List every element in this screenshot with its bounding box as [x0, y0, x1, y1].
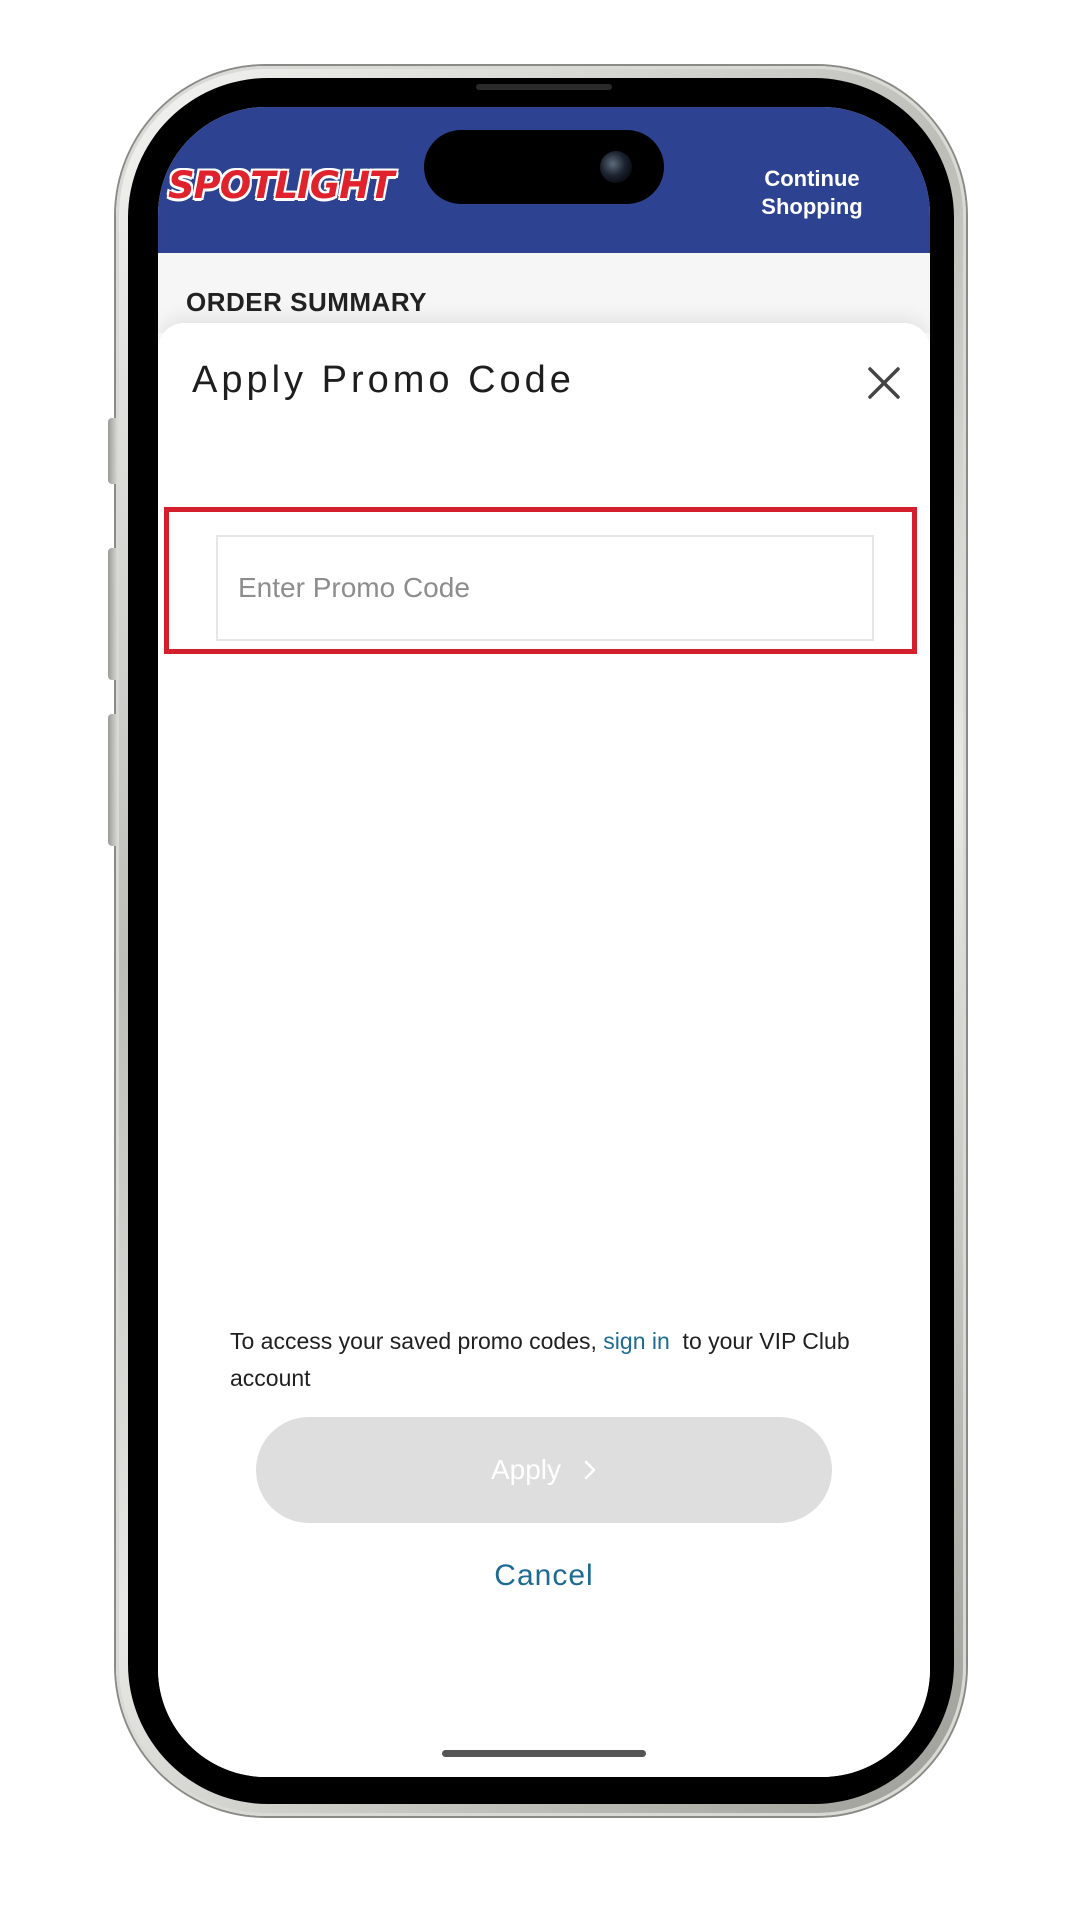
close-icon — [868, 367, 900, 399]
cancel-button[interactable]: Cancel — [444, 1551, 644, 1601]
order-summary-section: ORDER SUMMARY — [158, 253, 930, 333]
spotlight-logo[interactable]: SPOTLIGHT — [168, 167, 394, 204]
volume-up-button — [108, 548, 118, 680]
phone-screen: SPOTLIGHT Continue Shopping ORDER SUMMAR… — [158, 107, 930, 1777]
promo-code-modal: Apply Promo Code To access your saved pr… — [158, 323, 930, 1777]
modal-title: Apply Promo Code — [192, 359, 575, 401]
promo-code-input[interactable] — [216, 535, 874, 641]
order-summary-title: ORDER SUMMARY — [186, 287, 427, 317]
dynamic-island — [424, 130, 664, 204]
volume-down-button — [108, 714, 118, 846]
speaker-grille — [476, 84, 612, 90]
vip-note-text-start: To access your saved promo codes, — [230, 1328, 604, 1354]
camera-icon — [600, 151, 632, 183]
continue-shopping-button[interactable]: Continue Shopping — [742, 165, 882, 221]
action-button — [108, 418, 118, 484]
apply-button[interactable]: Apply — [256, 1417, 832, 1523]
sign-in-link[interactable]: sign in — [603, 1328, 669, 1354]
apply-button-label: Apply — [490, 1454, 562, 1485]
vip-signin-note: To access your saved promo codes, sign i… — [230, 1323, 870, 1397]
home-indicator[interactable] — [442, 1750, 646, 1757]
stage: SPOTLIGHT Continue Shopping ORDER SUMMAR… — [0, 0, 1080, 1920]
chevron-right-icon — [584, 1460, 596, 1480]
close-button[interactable] — [862, 361, 906, 405]
